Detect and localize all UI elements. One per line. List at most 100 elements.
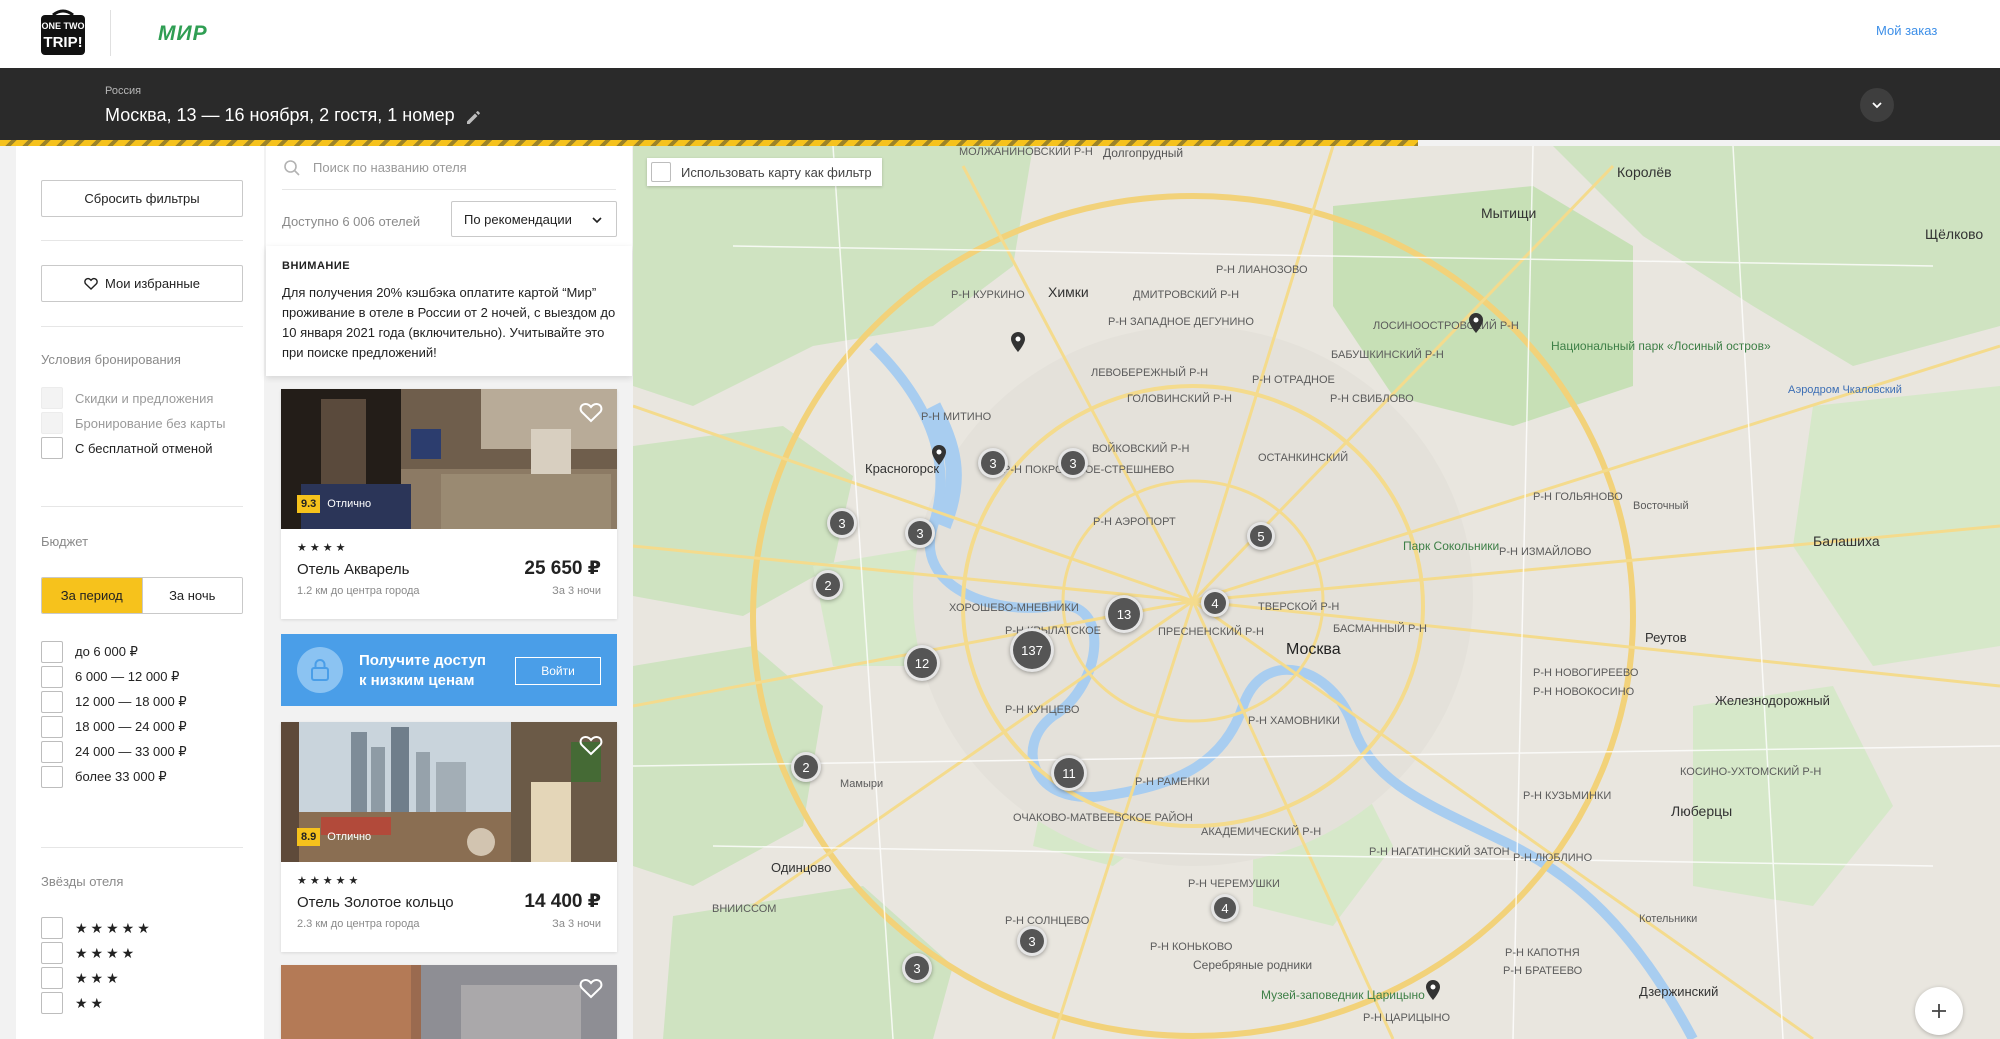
hotel-cluster[interactable]: 137: [1010, 628, 1054, 672]
hotel-cluster[interactable]: 13: [1105, 595, 1143, 633]
map-label: Р-Н СВИБЛОВО: [1330, 393, 1414, 405]
svg-text:TRIP!: TRIP!: [43, 34, 82, 51]
map-label: Москва: [1286, 641, 1341, 658]
checkbox[interactable]: [41, 967, 63, 989]
map-label: Химки: [1048, 284, 1089, 300]
checkbox[interactable]: [41, 917, 63, 939]
hotel-cluster[interactable]: 4: [1201, 589, 1229, 617]
budget-option[interactable]: до 6 000 ₽: [41, 641, 138, 663]
favorites-button[interactable]: Мои избранные: [41, 265, 243, 302]
hotel-cluster[interactable]: 3: [827, 508, 857, 538]
map-label: Р-Н ЛИАНОЗОВО: [1216, 264, 1308, 276]
hotel-name[interactable]: Отель Золотое кольцо: [297, 894, 454, 911]
hotel-cluster[interactable]: 11: [1051, 755, 1087, 791]
map-label: Р-Н ЛЮБЛИНО: [1513, 852, 1593, 864]
edit-pencil-icon[interactable]: [464, 107, 484, 127]
budget-option[interactable]: 12 000 — 18 000 ₽: [41, 691, 187, 713]
hotel-card[interactable]: 9.3 Отлично ★★★★ Отель Акварель 1.2 км д…: [281, 389, 617, 619]
hotel-search: Поиск по названию отеля: [266, 146, 632, 190]
heart-icon[interactable]: [579, 401, 603, 423]
map-label: Аэродром Чкаловский: [1788, 384, 1902, 396]
hotel-stars: ★★★★★: [297, 875, 362, 887]
filter-free-cancellation[interactable]: С бесплатной отменой: [41, 437, 213, 459]
zoom-in-button[interactable]: [1915, 987, 1963, 1035]
onetwotrip-logo[interactable]: ONE TWO TRIP!: [39, 7, 87, 57]
budget-per-period[interactable]: За период: [42, 578, 142, 613]
search-summary-bar: Россия Москва, 13 — 16 ноября, 2 гостя, …: [0, 68, 2000, 140]
heart-icon: [84, 277, 98, 290]
hotel-cluster[interactable]: 3: [1058, 448, 1088, 478]
checkbox[interactable]: [41, 766, 63, 788]
map-label: ГОЛОВИНСКИЙ Р-Н: [1127, 393, 1232, 405]
hotel-search-input[interactable]: Поиск по названию отеля: [313, 160, 467, 175]
promo-text: Получите доступ к низким ценам: [359, 652, 486, 689]
checkbox[interactable]: [41, 741, 63, 763]
hotel-cluster[interactable]: 2: [813, 570, 843, 600]
hotel-cluster[interactable]: 4: [1211, 894, 1239, 922]
checkbox[interactable]: [41, 716, 63, 738]
checkbox[interactable]: [41, 437, 63, 459]
budget-option[interactable]: 18 000 — 24 000 ₽: [41, 716, 187, 738]
map-pin-icon[interactable]: [1469, 313, 1483, 333]
budget-title: Бюджет: [41, 534, 89, 549]
rating-word: Отлично: [327, 831, 372, 843]
hotel-cluster[interactable]: 3: [905, 518, 935, 548]
stars-label: ★★: [75, 994, 107, 1011]
reset-filters-button[interactable]: Сбросить фильтры: [41, 180, 243, 217]
stars-label: ★★★★★: [75, 919, 153, 936]
checkbox[interactable]: [41, 641, 63, 663]
stars-option[interactable]: ★★★: [41, 967, 122, 989]
map-label: БАБУШКИНСКИЙ Р-Н: [1331, 349, 1444, 361]
hotel-cluster[interactable]: 3: [978, 448, 1008, 478]
expand-search-button[interactable]: [1860, 88, 1894, 122]
checkbox[interactable]: [651, 162, 671, 182]
stars-option[interactable]: ★★★★★: [41, 917, 153, 939]
hotel-name[interactable]: Отель Акварель: [297, 561, 409, 578]
hotel-cluster[interactable]: 2: [791, 752, 821, 782]
hotel-card[interactable]: 8.9 Отлично ★★★★★ Отель Золотое кольцо 2…: [281, 722, 617, 952]
budget-option[interactable]: более 33 000 ₽: [41, 766, 167, 788]
hotel-distance: 2.3 км до центра города: [297, 918, 420, 930]
search-query[interactable]: Москва, 13 — 16 ноября, 2 гостя, 1 номер: [105, 105, 455, 126]
map-pin-icon[interactable]: [1426, 980, 1440, 1000]
hotel-card[interactable]: [281, 965, 617, 1039]
budget-option[interactable]: 6 000 — 12 000 ₽: [41, 666, 179, 688]
rating-score: 9.3: [297, 495, 321, 513]
map-label: Восточный: [1633, 500, 1689, 512]
map-label: Мытищи: [1481, 205, 1537, 221]
map-label: Р-Н ЦАРИЦЫНО: [1363, 1012, 1451, 1024]
checkbox: [41, 412, 63, 434]
hotel-photo: [281, 965, 617, 1039]
checkbox[interactable]: [41, 992, 63, 1014]
my-order-link[interactable]: Мой заказ: [1876, 23, 1937, 38]
map-label: Дзержинский: [1639, 984, 1719, 999]
map-label: Р-Н ИЗМАЙЛОВО: [1499, 546, 1592, 558]
divider: [41, 506, 243, 507]
map-label: Р-Н БРАТЕЕВО: [1503, 965, 1583, 977]
budget-per-night[interactable]: За ночь: [141, 578, 242, 613]
budget-option[interactable]: 24 000 — 33 000 ₽: [41, 741, 187, 763]
map-pin-icon[interactable]: [1011, 332, 1025, 352]
map-label: ЛОСИНООСТРОВСКИЙ Р-Н: [1373, 320, 1519, 332]
heart-icon[interactable]: [579, 977, 603, 999]
checkbox[interactable]: [41, 666, 63, 688]
hotel-cluster[interactable]: 12: [904, 645, 940, 681]
map-label: БАСМАННЫЙ Р-Н: [1333, 623, 1427, 635]
map-pin-icon[interactable]: [932, 445, 946, 465]
map[interactable]: Использовать карту как фильтр Долгопрудн…: [633, 146, 2000, 1039]
checkbox[interactable]: [41, 942, 63, 964]
stars-option[interactable]: ★★: [41, 992, 106, 1014]
stars-option[interactable]: ★★★★: [41, 942, 137, 964]
hotel-cluster[interactable]: 5: [1247, 522, 1275, 550]
map-label: Реутов: [1645, 630, 1687, 645]
login-button[interactable]: Войти: [515, 657, 601, 685]
sort-select[interactable]: По рекомендации: [451, 201, 617, 237]
heart-icon[interactable]: [579, 734, 603, 756]
hotel-cluster[interactable]: 3: [1017, 926, 1047, 956]
checkbox[interactable]: [41, 691, 63, 713]
rating-score: 8.9: [297, 828, 321, 846]
map-label: Серебряные родники: [1193, 958, 1313, 972]
map-as-filter-toggle[interactable]: Использовать карту как фильтр: [647, 158, 882, 186]
hotel-nights: За 3 ночи: [552, 585, 601, 597]
hotel-cluster[interactable]: 3: [902, 953, 932, 983]
